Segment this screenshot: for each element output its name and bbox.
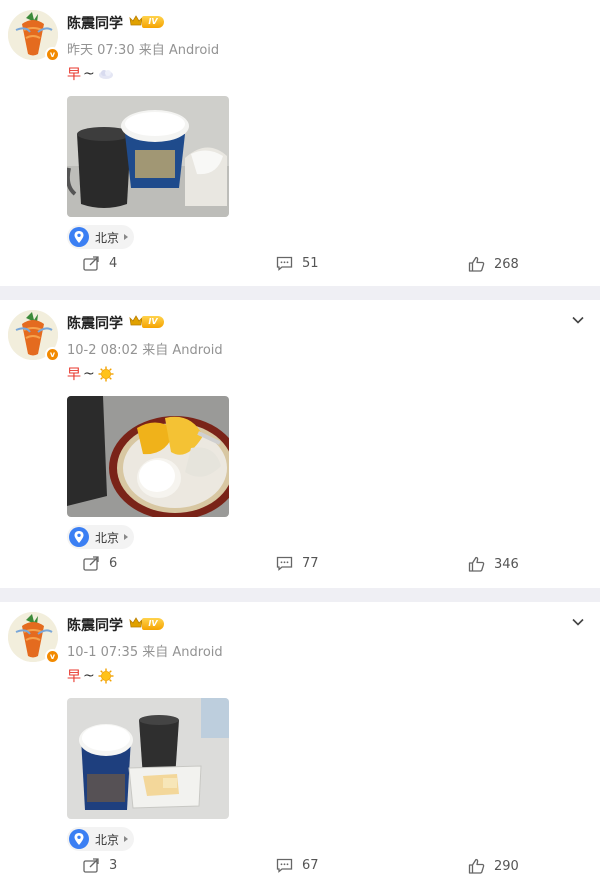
comment-icon	[276, 256, 293, 271]
crown-icon	[129, 617, 143, 628]
thumbs-up-icon	[468, 256, 485, 272]
post-text-main: 早	[67, 67, 81, 83]
like-button[interactable]: 290	[468, 858, 519, 874]
post-text-main: 早	[67, 669, 81, 685]
post-time[interactable]: 10-1 07:35	[67, 645, 138, 660]
repost-icon	[83, 556, 99, 571]
thumbs-up-icon	[468, 858, 485, 874]
post-source: 来自 Android	[142, 343, 223, 358]
crown-icon	[129, 315, 143, 326]
post-actions: 3 67 290	[0, 858, 600, 882]
cloud-moon-emoji-icon	[98, 70, 113, 79]
repost-icon	[83, 858, 99, 873]
comment-button[interactable]: 67	[276, 858, 319, 873]
avatar[interactable]: v	[8, 612, 60, 664]
post-actions: 4 51 268	[0, 256, 600, 280]
chevron-down-icon[interactable]	[572, 316, 584, 324]
post-text-tilde: ~	[83, 66, 95, 82]
comment-button[interactable]: 51	[276, 256, 319, 271]
comment-count: 77	[302, 556, 319, 571]
like-count: 290	[494, 858, 519, 874]
verified-badge-icon: v	[45, 347, 60, 362]
caret-right-icon	[124, 836, 129, 842]
post-text-main: 早	[67, 367, 81, 383]
location-label: 北京	[95, 230, 120, 245]
post-card: v 陈震同学 IV 10-2 08:02 来自 Android 早 ~ 北京 6…	[0, 300, 600, 588]
post-source: 来自 Android	[138, 43, 220, 58]
post-text-tilde: ~	[83, 668, 95, 684]
post-photo[interactable]	[67, 96, 229, 217]
level-badge: IV	[142, 316, 164, 328]
post-text: 早 ~	[67, 64, 114, 84]
crown-icon	[129, 15, 143, 26]
post-text: 早 ~	[67, 666, 114, 686]
post-divider	[0, 286, 600, 300]
caret-right-icon	[124, 534, 129, 540]
post-text-tilde: ~	[83, 366, 95, 382]
verified-badge-icon: v	[45, 47, 60, 62]
post-card: v 陈震同学 IV 10-1 07:35 来自 Android 早 ~ 北京 3…	[0, 602, 600, 892]
comment-count: 51	[302, 256, 319, 271]
comment-button[interactable]: 77	[276, 556, 319, 571]
sun-emoji-icon	[98, 668, 114, 684]
author-name[interactable]: 陈震同学	[67, 615, 123, 635]
location-pin-icon	[69, 527, 89, 547]
avatar[interactable]: v	[8, 310, 60, 362]
comment-count: 67	[302, 858, 319, 873]
repost-icon	[83, 256, 99, 271]
like-button[interactable]: 268	[468, 256, 519, 272]
verified-badge-icon: v	[45, 649, 60, 664]
post-text: 早 ~	[67, 364, 114, 384]
repost-count: 6	[109, 556, 118, 571]
location-pin-icon	[69, 227, 89, 247]
like-count: 268	[494, 256, 519, 272]
location-tag[interactable]: 北京	[67, 225, 135, 249]
post-time[interactable]: 10-2 08:02	[67, 343, 138, 358]
post-meta: 10-2 08:02 来自 Android	[67, 339, 223, 358]
location-tag[interactable]: 北京	[67, 525, 135, 549]
like-button[interactable]: 346	[468, 556, 519, 572]
post-divider	[0, 588, 600, 602]
caret-right-icon	[124, 234, 129, 240]
post-meta: 10-1 07:35 来自 Android	[67, 641, 223, 660]
location-label: 北京	[95, 832, 120, 847]
level-badge: IV	[142, 618, 164, 630]
like-count: 346	[494, 556, 519, 572]
level-badge: IV	[142, 16, 164, 28]
comment-icon	[276, 556, 293, 571]
post-source: 来自 Android	[142, 645, 223, 660]
weibo-feed: v 陈震同学 IV 昨天 07:30 来自 Android 早 ~ 北京 4 5…	[0, 0, 600, 892]
author-name[interactable]: 陈震同学	[67, 13, 123, 33]
location-label: 北京	[95, 530, 120, 545]
repost-button[interactable]: 4	[83, 256, 117, 271]
location-pin-icon	[69, 829, 89, 849]
avatar[interactable]: v	[8, 10, 60, 62]
post-photo[interactable]	[67, 396, 229, 517]
sun-emoji-icon	[98, 366, 114, 382]
repost-button[interactable]: 3	[83, 858, 117, 873]
post-time[interactable]: 昨天 07:30	[67, 43, 135, 58]
repost-count: 4	[109, 256, 118, 271]
repost-count: 3	[109, 858, 118, 873]
thumbs-up-icon	[468, 556, 485, 572]
post-actions: 6 77 346	[0, 556, 600, 580]
comment-icon	[276, 858, 293, 873]
post-card: v 陈震同学 IV 昨天 07:30 来自 Android 早 ~ 北京 4 5…	[0, 0, 600, 286]
chevron-down-icon[interactable]	[572, 618, 584, 626]
repost-button[interactable]: 6	[83, 556, 117, 571]
author-name[interactable]: 陈震同学	[67, 313, 123, 333]
location-tag[interactable]: 北京	[67, 827, 135, 851]
post-meta: 昨天 07:30 来自 Android	[67, 39, 219, 58]
post-photo[interactable]	[67, 698, 229, 819]
